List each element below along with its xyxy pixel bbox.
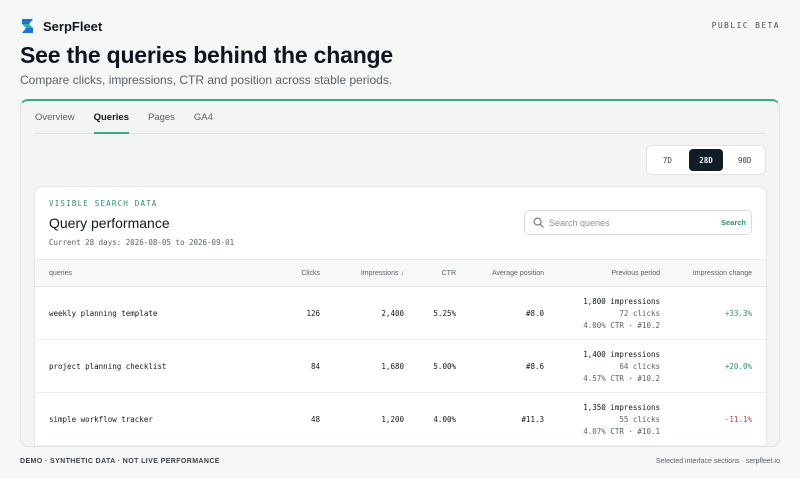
range-90d-button[interactable]: 90D [727, 149, 762, 171]
impressions-value: 2,400 [381, 309, 404, 318]
position-value: #8.0 [525, 309, 544, 318]
previous-detail: 4.57% CTR · #10.2 [583, 374, 660, 383]
search-button[interactable]: Search [721, 218, 746, 227]
public-beta-badge: PUBLIC BETA [711, 21, 780, 30]
query-text: weekly planning template [49, 309, 158, 318]
date-range-text: Current 28 days: 2026-08-05 to 2026-09-0… [49, 238, 235, 247]
search-box: Search [524, 210, 752, 235]
card-title: Query performance [49, 215, 170, 231]
previous-impressions: 1,800 impressions [583, 297, 660, 306]
tab-bar: Overview Queries Pages GA4 [35, 101, 765, 134]
ctr-value: 5.25% [433, 309, 456, 318]
previous-detail: 4.00% CTR · #10.2 [583, 321, 660, 330]
card-eyebrow: VISIBLE SEARCH DATA [49, 199, 158, 208]
header-impression-change[interactable]: Impression change [693, 270, 752, 277]
impression-change-value: +20.0% [724, 362, 752, 371]
range-7d-button[interactable]: 7D [650, 149, 685, 171]
query-text: project planning checklist [49, 362, 167, 371]
clicks-value: 84 [310, 362, 320, 371]
table-header: queries Clicks Impressions ↓ CTR Average… [35, 259, 766, 287]
page-title: See the queries behind the change [20, 42, 393, 68]
table-row[interactable]: simple workflow tracker 48 1,200 4.00% #… [35, 393, 766, 446]
previous-clicks: 72 clicks [619, 309, 660, 318]
serpfleet-logo-icon [22, 19, 33, 33]
position-value: #11.3 [521, 415, 544, 424]
tab-ga4[interactable]: GA4 [194, 101, 213, 134]
header-average-position[interactable]: Average position [492, 270, 544, 277]
date-range-selector: 7D 28D 90D [646, 145, 766, 175]
impressions-value: 1,680 [381, 362, 404, 371]
clicks-value: 126 [306, 309, 320, 318]
footer-credit[interactable]: Selected interface sections · serpfleet.… [656, 458, 780, 465]
header-queries[interactable]: queries [49, 270, 72, 277]
header-previous-period[interactable]: Previous period [611, 270, 660, 277]
brand-name: SerpFleet [43, 18, 103, 34]
position-value: #8.6 [525, 362, 544, 371]
tab-queries[interactable]: Queries [93, 101, 129, 134]
query-table: queries Clicks Impressions ↓ CTR Average… [35, 259, 766, 446]
table-row[interactable]: project planning checklist 84 1,680 5.00… [35, 340, 766, 393]
header-ctr[interactable]: CTR [442, 270, 456, 277]
previous-detail: 4.07% CTR · #10.1 [583, 427, 660, 436]
query-text: simple workflow tracker [49, 415, 153, 424]
impression-change-value: +33.3% [724, 309, 752, 318]
header-impressions[interactable]: Impressions ↓ [361, 270, 404, 277]
search-input[interactable] [549, 217, 721, 228]
impression-change-value: -11.1% [724, 415, 752, 424]
clicks-value: 48 [310, 415, 320, 424]
footer-disclaimer: DEMO · SYNTHETIC DATA · NOT LIVE PERFORM… [20, 458, 220, 465]
previous-clicks: 64 clicks [619, 362, 660, 371]
table-row[interactable]: weekly planning template 126 2,400 5.25%… [35, 287, 766, 340]
page-subtitle: Compare clicks, impressions, CTR and pos… [20, 73, 393, 87]
ctr-value: 5.00% [433, 362, 456, 371]
previous-impressions: 1,400 impressions [583, 350, 660, 359]
tab-pages[interactable]: Pages [148, 101, 175, 134]
brand[interactable]: SerpFleet [20, 18, 102, 34]
header-clicks[interactable]: Clicks [301, 270, 320, 277]
range-28d-button[interactable]: 28D [688, 149, 724, 171]
impressions-value: 1,200 [381, 415, 404, 424]
query-performance-card: VISIBLE SEARCH DATA Query performance Cu… [34, 186, 767, 446]
previous-clicks: 55 clicks [619, 415, 660, 424]
queries-panel: Overview Queries Pages GA4 7D 28D 90D VI… [20, 99, 780, 447]
ctr-value: 4.00% [433, 415, 456, 424]
previous-impressions: 1,350 impressions [583, 403, 660, 412]
search-icon [533, 217, 544, 228]
tab-overview[interactable]: Overview [35, 101, 75, 134]
top-bar: SerpFleet PUBLIC BETA [20, 18, 780, 36]
